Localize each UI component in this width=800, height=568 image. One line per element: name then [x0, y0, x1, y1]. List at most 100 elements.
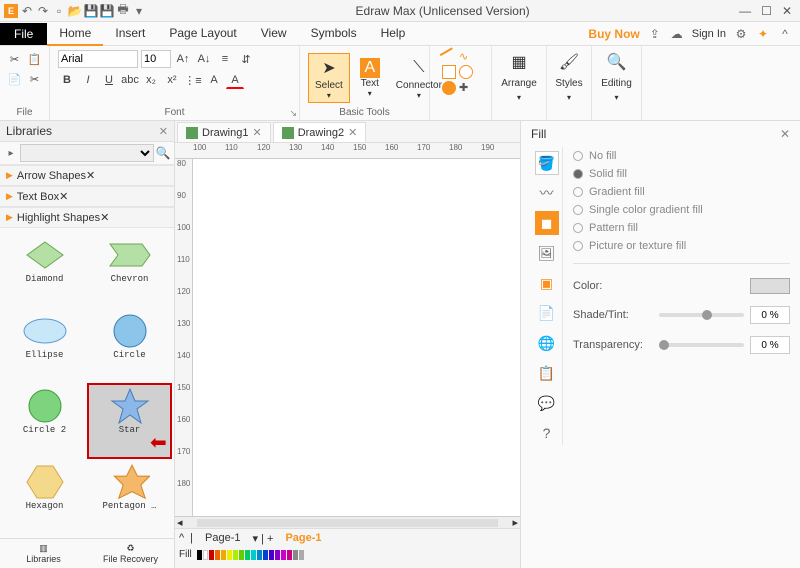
more-icon[interactable]: ▾	[132, 4, 146, 18]
sup-icon[interactable]: x²	[163, 71, 181, 89]
editing-icon[interactable]: 🔍	[605, 50, 629, 74]
sign-in-link[interactable]: Sign In	[692, 28, 726, 40]
save-icon[interactable]: 💾	[84, 4, 98, 18]
connector-tool[interactable]: ⟍ Connector ▾	[390, 54, 448, 102]
color-swatch[interactable]	[281, 550, 286, 560]
buy-now-link[interactable]: Buy Now	[588, 27, 639, 41]
align-icon[interactable]: ≡	[216, 50, 234, 68]
color-swatch[interactable]	[251, 550, 256, 560]
close-section-icon[interactable]: ✕	[100, 211, 109, 224]
radio-single-gradient[interactable]: Single color gradient fill	[573, 201, 790, 219]
gear-icon[interactable]: ⚙	[734, 27, 748, 41]
share-icon[interactable]: ⇪	[648, 27, 662, 41]
color-swatch[interactable]	[215, 550, 220, 560]
line-spacing-icon[interactable]: ⇵	[237, 50, 255, 68]
bold-icon[interactable]: B	[58, 71, 76, 89]
paste-icon[interactable]: 📋	[26, 50, 44, 68]
radio-gradient-fill[interactable]: Gradient fill	[573, 183, 790, 201]
format-painter-icon[interactable]: ✂	[6, 50, 24, 68]
close-tab-icon[interactable]: ✕	[348, 126, 357, 139]
radio-pattern-fill[interactable]: Pattern fill	[573, 219, 790, 237]
color-swatch[interactable]	[227, 550, 232, 560]
color-swatch[interactable]	[293, 550, 298, 560]
color-swatch[interactable]	[209, 550, 214, 560]
color-swatch[interactable]	[221, 550, 226, 560]
page-setup-icon[interactable]: 📄	[535, 301, 559, 325]
color-swatch[interactable]	[257, 550, 262, 560]
search-icon[interactable]: 🔍	[156, 146, 170, 160]
font-name-select[interactable]	[58, 50, 138, 68]
redo-icon[interactable]: ↷	[36, 4, 50, 18]
lib-add-icon[interactable]: ▸	[4, 146, 18, 160]
shape-circle[interactable]: Circle	[89, 310, 170, 382]
color-swatch[interactable]	[287, 550, 292, 560]
section-highlight-shapes[interactable]: ▶ Highlight Shapes ✕	[0, 207, 174, 228]
open-icon[interactable]: 📂	[68, 4, 82, 18]
line-style-icon[interactable]: 〰	[535, 181, 559, 205]
file-menu[interactable]: File	[0, 23, 47, 45]
page-tab-1[interactable]: Page-1	[199, 531, 246, 545]
tab-drawing2[interactable]: Drawing2 ✕	[273, 122, 367, 142]
color-swatch[interactable]	[239, 550, 244, 560]
transparency-value[interactable]	[750, 336, 790, 354]
collapse-ribbon-icon[interactable]: ^	[778, 27, 792, 41]
radio-no-fill[interactable]: No fill	[573, 147, 790, 165]
select-tool[interactable]: ➤ Select ▾	[308, 53, 350, 103]
close-fill-panel-icon[interactable]: ✕	[780, 127, 790, 141]
close-icon[interactable]: ✕	[782, 4, 792, 18]
shadow-icon[interactable]: ◼	[535, 211, 559, 235]
color-swatch[interactable]	[245, 550, 250, 560]
strike-icon[interactable]: abc	[121, 71, 139, 89]
apps-icon[interactable]: ✦	[756, 27, 770, 41]
increase-font-icon[interactable]: A↑	[174, 50, 192, 68]
color-swatch[interactable]	[197, 550, 202, 560]
color-swatch[interactable]	[269, 550, 274, 560]
help-icon[interactable]: ?	[535, 421, 559, 445]
expand-pages-icon[interactable]: ^	[179, 532, 184, 544]
footer-libraries[interactable]: ▥ Libraries	[0, 539, 87, 568]
color-picker[interactable]	[750, 278, 790, 294]
horizontal-scrollbar[interactable]: ◂▸	[175, 516, 520, 528]
section-arrow-shapes[interactable]: ▶ Arrow Shapes ✕	[0, 165, 174, 186]
radio-solid-fill[interactable]: Solid fill	[573, 165, 790, 183]
close-tab-icon[interactable]: ✕	[252, 126, 261, 139]
shape-hexagon[interactable]: Hexagon	[4, 461, 85, 533]
cut-icon[interactable]: ✂	[26, 70, 44, 88]
curve-shape-icon[interactable]: ∿	[459, 50, 468, 63]
shape-diamond[interactable]: Diamond	[4, 234, 85, 306]
color-swatch[interactable]	[299, 550, 304, 560]
circle-shape-icon[interactable]	[459, 65, 473, 79]
shade-slider[interactable]	[659, 313, 744, 317]
shape-circle-2[interactable]: Circle 2	[4, 385, 85, 457]
styles-icon[interactable]: 🖌	[557, 50, 581, 74]
world-icon[interactable]: 🌐	[535, 331, 559, 355]
undo-icon[interactable]: ↶	[20, 4, 34, 18]
close-section-icon[interactable]: ✕	[86, 169, 95, 182]
menu-insert[interactable]: Insert	[103, 22, 157, 46]
copy-icon[interactable]: 📄	[6, 70, 24, 88]
shape-chevron[interactable]: Chevron	[89, 234, 170, 306]
library-dropdown[interactable]	[20, 144, 154, 162]
minimize-icon[interactable]: —	[739, 4, 751, 18]
shape-pentagon[interactable]: Pentagon …	[89, 461, 170, 533]
cloud-icon[interactable]: ☁	[670, 27, 684, 41]
font-color-icon[interactable]: A	[226, 71, 244, 89]
color-swatch[interactable]	[203, 550, 208, 560]
menu-help[interactable]: Help	[369, 22, 418, 46]
crop-icon[interactable]: ✚	[459, 81, 468, 95]
menu-symbols[interactable]: Symbols	[299, 22, 369, 46]
new-icon[interactable]: ▫	[52, 4, 66, 18]
comment-icon[interactable]: 💬	[535, 391, 559, 415]
menu-home[interactable]: Home	[47, 22, 103, 46]
page-tab-1-active[interactable]: Page-1	[279, 531, 327, 545]
close-libraries-icon[interactable]: ✕	[159, 125, 168, 138]
print-icon[interactable]: 🖶	[116, 4, 130, 18]
transparency-slider[interactable]	[659, 343, 744, 347]
clipboard-icon[interactable]: 📋	[535, 361, 559, 385]
maximize-icon[interactable]: ☐	[761, 4, 772, 18]
shape-ellipse[interactable]: Ellipse	[4, 310, 85, 382]
font-size-select[interactable]	[141, 50, 171, 68]
bg-color-icon[interactable]: A	[205, 71, 223, 89]
picture-icon[interactable]: 🖼	[535, 241, 559, 265]
save-all-icon[interactable]: 💾	[100, 4, 114, 18]
